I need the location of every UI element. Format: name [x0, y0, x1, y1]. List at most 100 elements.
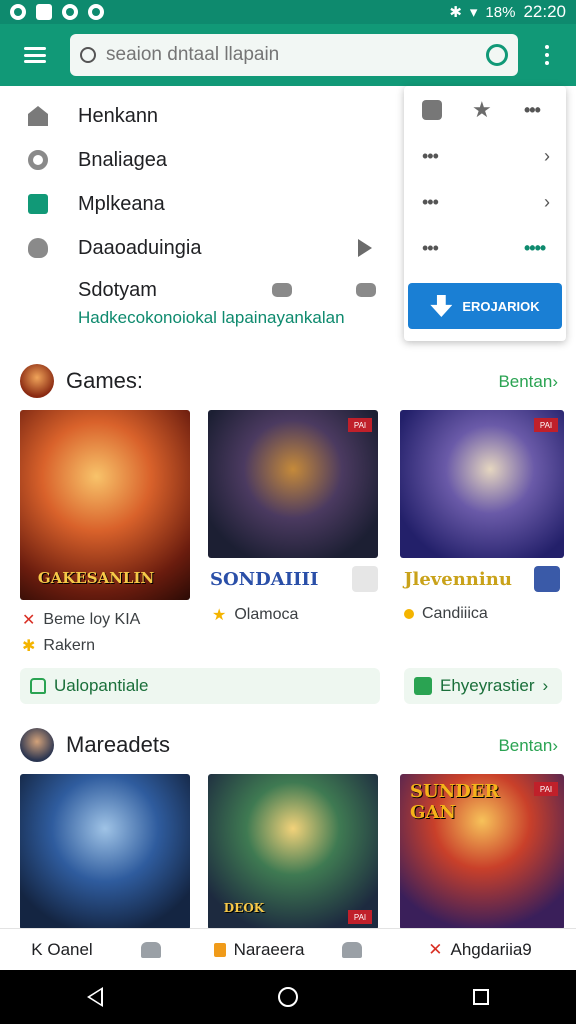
game-meta: Candiiica [404, 605, 488, 623]
section-more-link[interactable]: Bentan› [498, 736, 558, 756]
person-icon [140, 941, 161, 958]
chevron-right-icon: › [544, 191, 550, 212]
section-more-link[interactable]: Bentan› [498, 372, 558, 392]
game-card-banner: SUNDER GAN [410, 781, 500, 823]
game-card-art [20, 774, 190, 930]
drawer-item-tools[interactable]: Sdotyam [0, 268, 400, 312]
popup-row[interactable]: ••• › [404, 136, 566, 176]
notification-icon [10, 4, 26, 20]
drawer-item-label: Daaoaduingia [78, 236, 202, 259]
game-card[interactable]: DEOK PAI [208, 774, 378, 930]
game-card-badge: PAI [348, 418, 372, 432]
menu-button[interactable] [0, 24, 70, 86]
tab-oanel[interactable]: K Oanel [0, 929, 192, 970]
chip-label: Ehyeyrastier [440, 676, 535, 695]
game-card[interactable]: GAKESANLIN [20, 410, 190, 600]
dot-icon [404, 609, 414, 619]
more-icon[interactable] [352, 566, 378, 592]
star-icon[interactable]: ★ [472, 97, 492, 123]
home-button-icon[interactable] [277, 987, 298, 1007]
drawer-item-home[interactable]: Henkann [0, 94, 400, 138]
game-card-art [208, 410, 378, 558]
drawer-item-check[interactable]: Mplkeana [0, 182, 400, 226]
filter-chip[interactable]: Ehyeyrastier › [404, 668, 562, 704]
download-button[interactable]: EROJARIOK [408, 283, 562, 329]
play-icon[interactable] [358, 239, 372, 257]
game-card-badge: PAI [534, 782, 558, 796]
system-status: ✱ ▾ 18% 22:20 [449, 2, 566, 22]
dots-icon: ••• [422, 191, 439, 212]
dots-icon: ••• [422, 145, 439, 166]
filter-chip[interactable]: Ualopantiale [20, 668, 380, 704]
hamburger-icon [24, 47, 46, 63]
tab-naraeera[interactable]: Naraeera [192, 929, 384, 970]
gamepad-icon[interactable] [272, 283, 292, 297]
section-header-mareadets: Mareadets Bentan› [0, 726, 576, 766]
notification-icon [36, 4, 52, 20]
system-nav-bar [0, 970, 576, 1024]
search-bar[interactable] [70, 34, 518, 76]
section-avatar [20, 364, 54, 398]
more-icon[interactable]: ••• [524, 100, 541, 121]
puzzle-icon[interactable] [422, 100, 442, 120]
popup-row[interactable]: ••• •••• [404, 228, 566, 268]
pin-icon: ✕ [428, 939, 443, 959]
more-label: Bentan [498, 372, 553, 391]
check-icon [28, 194, 48, 214]
section-title: Games: [66, 368, 144, 393]
game-card[interactable] [20, 774, 190, 930]
game-title-strip: SONDAIIII [210, 564, 380, 594]
map-icon[interactable] [356, 283, 376, 297]
game-card-badge: PAI [534, 418, 558, 432]
popup-row[interactable]: ••• › [404, 182, 566, 222]
game-card[interactable]: PAI [208, 410, 378, 558]
section-header-games: Games: Bentan› [0, 362, 576, 402]
recent-apps-icon[interactable] [472, 989, 489, 1005]
more-label: Bentan [498, 736, 553, 755]
tab-label: Naraeera [233, 939, 305, 959]
drawer-item-label: Henkann [78, 104, 159, 127]
voice-search-icon[interactable] [486, 44, 508, 66]
drawer-item-label: Sdotyam [78, 278, 157, 301]
notification-icons [10, 4, 104, 20]
game-meta-text: Beme loy KIA [43, 611, 141, 628]
top-app-bar [0, 24, 576, 86]
tab-ahgdariia[interactable]: ✕ Ahgdariia9 [384, 929, 576, 970]
game-card[interactable]: SUNDER GAN PAI [400, 774, 564, 930]
puzzle-icon: ✱ [22, 638, 36, 655]
drawer-item-label: Bnaliagea [78, 148, 167, 171]
download-icon [430, 295, 453, 317]
drawer-link[interactable]: Hadkecokonoiokal lapainayankalan [78, 308, 345, 328]
wifi-icon: ▾ [469, 4, 478, 21]
drawer-item-person[interactable]: Daaoaduingia [0, 226, 400, 270]
download-button-label: EROJARIOK [462, 298, 540, 314]
game-meta-text: Olamoca [234, 606, 299, 623]
search-icon [80, 47, 96, 63]
chip-label: Ualopantiale [54, 676, 149, 695]
game-card-banner: GAKESANLIN [37, 569, 155, 587]
game-logo: SONDAIIII [210, 568, 319, 590]
loading-dots-icon: •••• [524, 237, 546, 258]
popup-menu: ★ ••• ••• › ••• › ••• •••• EROJARIOK [404, 86, 566, 341]
notification-icon [88, 4, 104, 20]
game-card-banner: DEOK [223, 901, 265, 915]
popup-toolbar: ★ ••• [404, 90, 566, 130]
game-card[interactable]: PAI [400, 410, 564, 558]
game-logo: Jlevenninu [404, 568, 512, 590]
bag-icon [30, 678, 46, 694]
search-input[interactable] [106, 44, 486, 66]
star-icon: ★ [212, 607, 227, 624]
chevron-right-icon: › [552, 736, 558, 755]
game-card-art [400, 410, 564, 558]
overflow-menu-button[interactable] [518, 24, 576, 86]
status-bar: ✱ ▾ 18% 22:20 [0, 0, 576, 24]
section-avatar [20, 728, 54, 762]
game-title-strip: Jlevenninu [404, 564, 564, 594]
badge-icon [213, 942, 226, 957]
game-meta: ✱ Rakern [22, 636, 95, 656]
drawer-item-label: Mplkeana [78, 192, 165, 215]
drawer-item-radio[interactable]: Bnaliagea [0, 138, 400, 182]
back-icon[interactable] [87, 987, 104, 1007]
tab-label: Ahgdariia9 [450, 939, 532, 959]
person-icon [28, 238, 48, 258]
